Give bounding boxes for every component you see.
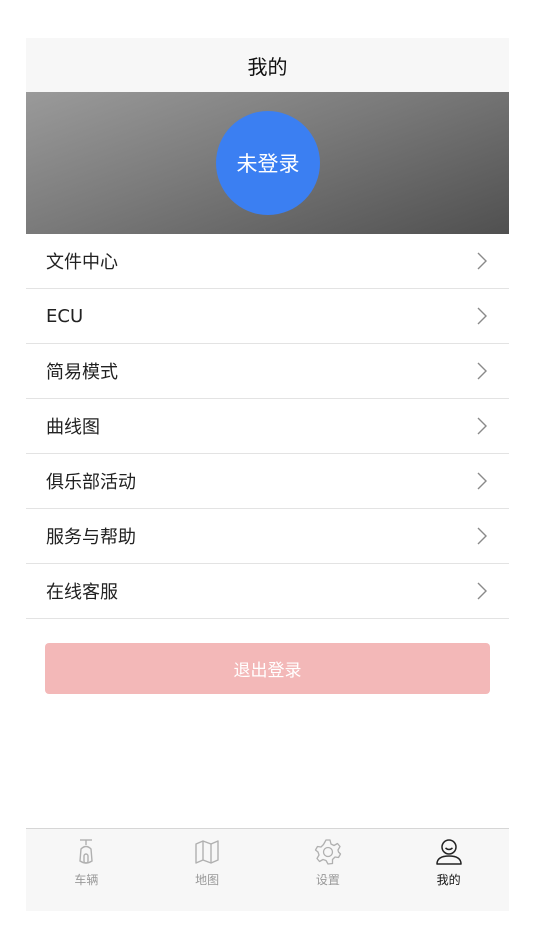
logout-button[interactable]: 退出登录 [45,643,490,694]
chevron-right-icon [477,417,487,435]
chevron-right-icon [477,307,487,325]
menu-item-label: 在线客服 [46,582,118,603]
tab-bar: 车辆 地图 设置 我的 [26,828,509,911]
chevron-right-icon [477,582,487,600]
map-icon [195,840,219,864]
menu-item-file-center[interactable]: 文件中心 [26,234,509,289]
page-title: 我的 [247,54,288,79]
profile-banner: 未登录 [26,92,509,234]
tab-vehicle[interactable]: 车辆 [26,829,147,911]
app-screen: 我的 未登录 文件中心 ECU 简易模式 曲线图 俱乐部活动 服务与帮助 在线客… [26,38,509,911]
tab-mine[interactable]: 我的 [388,829,509,911]
menu-item-label: 俱乐部活动 [46,472,136,493]
chevron-right-icon [477,472,487,490]
scooter-icon [79,839,94,864]
nav-bar: 我的 [26,38,509,92]
login-avatar-button[interactable]: 未登录 [216,111,320,215]
menu-item-label: 文件中心 [46,252,118,273]
menu-item-service-help[interactable]: 服务与帮助 [26,509,509,564]
tab-label: 车辆 [74,873,99,887]
menu-list: 文件中心 ECU 简易模式 曲线图 俱乐部活动 服务与帮助 在线客服 [26,234,509,619]
menu-item-label: ECU [46,305,84,327]
tab-map[interactable]: 地图 [147,829,268,911]
user-icon [435,839,462,865]
menu-item-simple-mode[interactable]: 简易模式 [26,344,509,399]
menu-item-ecu[interactable]: ECU [26,289,509,344]
tab-label: 我的 [436,873,461,887]
menu-item-curve-chart[interactable]: 曲线图 [26,399,509,454]
gear-icon [314,839,342,865]
tab-settings[interactable]: 设置 [268,829,389,911]
tab-label: 地图 [195,873,220,887]
menu-item-label: 曲线图 [46,417,100,438]
chevron-right-icon [477,362,487,380]
menu-item-label: 服务与帮助 [46,527,136,548]
tab-label: 设置 [315,873,340,887]
menu-item-online-support[interactable]: 在线客服 [26,564,509,619]
menu-item-label: 简易模式 [46,362,118,383]
menu-item-club-activity[interactable]: 俱乐部活动 [26,454,509,509]
chevron-right-icon [477,527,487,545]
chevron-right-icon [477,252,487,270]
